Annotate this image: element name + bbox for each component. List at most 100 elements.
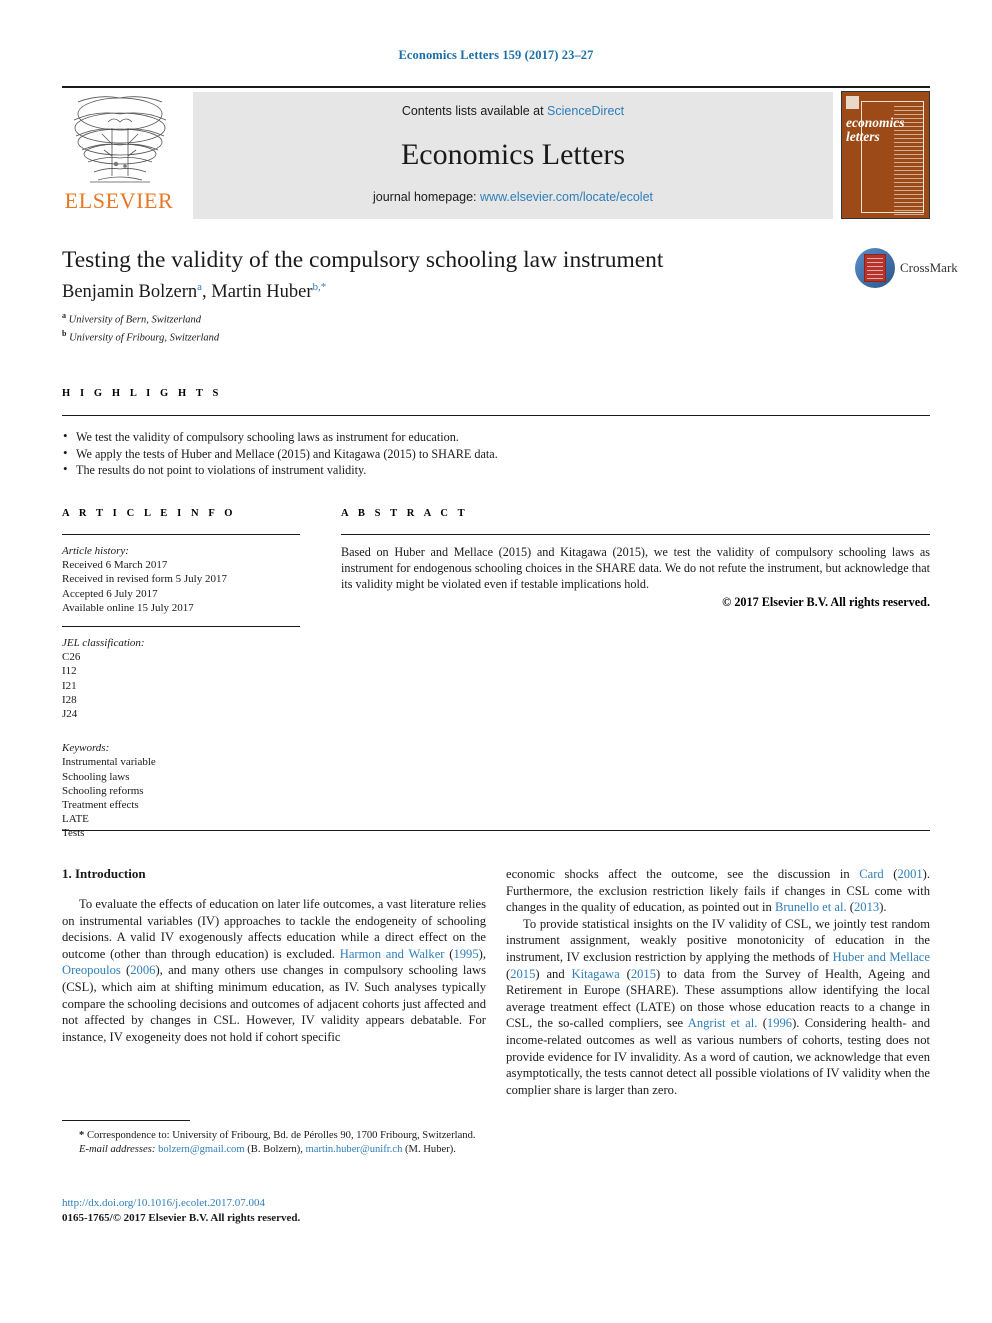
paragraph: economic shocks affect the outcome, see …	[506, 866, 930, 916]
jel-code: I28	[62, 693, 77, 706]
body-column-left: 1. Introduction To evaluate the effects …	[62, 866, 486, 1045]
email-owner-2: (M. Huber).	[405, 1143, 456, 1155]
doi-link[interactable]: http://dx.doi.org/10.1016/j.ecolet.2017.…	[62, 1197, 265, 1209]
keywords-block: Keywords: Instrumental variable Schoolin…	[62, 741, 300, 840]
page-title: Testing the validity of the compulsory s…	[62, 247, 664, 273]
paragraph-text: (	[619, 966, 631, 981]
footnote-section: * Correspondence to: University of Fribo…	[62, 1120, 486, 1156]
elsevier-wordmark: ELSEVIER	[64, 188, 174, 213]
crossmark-book-icon	[864, 254, 886, 282]
highlights-section: H I G H L I G H T S We test the validity…	[62, 388, 930, 479]
citation-link[interactable]: 2006	[130, 963, 155, 977]
article-info-heading: A R T I C L E I N F O	[62, 508, 237, 519]
running-head: Economics Letters 159 (2017) 23–27	[398, 48, 594, 62]
homepage-prefix: journal homepage:	[372, 190, 481, 204]
citation-link[interactable]: Card	[859, 867, 883, 881]
affiliation-list: a University of Bern, Switzerland b Univ…	[62, 309, 930, 345]
list-item: The results do not point to violations o…	[62, 461, 930, 479]
masthead-gray-box: Contents lists available at ScienceDirec…	[193, 92, 833, 219]
paragraph-text: ) and	[535, 966, 572, 981]
citation-link[interactable]: 2013	[854, 900, 879, 914]
history-item: Received in revised form 5 July 2017	[62, 573, 227, 586]
journal-homepage-line: journal homepage: www.elsevier.com/locat…	[193, 190, 833, 204]
article-history-label: Article history:	[62, 545, 129, 557]
paragraph-text: (	[120, 963, 131, 978]
author-list: Benjamin Bolzerna, Martin Huberb,*	[62, 281, 327, 303]
highlights-divider	[62, 415, 930, 416]
jel-code: I12	[62, 665, 77, 678]
crossmark-badge[interactable]: CrossMark	[855, 248, 958, 290]
email-link-2[interactable]: martin.huber@unifr.ch	[306, 1144, 403, 1155]
paragraph-text: ),	[478, 946, 486, 961]
author-name-2: Martin Huber	[211, 282, 313, 303]
jel-code: I21	[62, 679, 77, 692]
history-item: Available online 15 July 2017	[62, 601, 194, 614]
keyword-item: Schooling laws	[62, 770, 130, 783]
email-addresses-label: E-mail addresses:	[79, 1143, 156, 1155]
journal-homepage-link[interactable]: www.elsevier.com/locate/ecolet	[480, 190, 653, 204]
affiliation-text-a: University of Bern, Switzerland	[68, 314, 202, 326]
elsevier-tree-icon	[73, 96, 167, 183]
body-column-right: economic shocks affect the outcome, see …	[506, 866, 930, 1098]
journal-cover-thumbnail[interactable]: economics letters	[841, 91, 930, 219]
citation-link[interactable]: 1995	[453, 947, 478, 961]
highlights-list: We test the validity of compulsory schoo…	[62, 428, 930, 479]
section-heading-introduction: 1. Introduction	[62, 866, 146, 881]
rights-line: 0165-1765/© 2017 Elsevier B.V. All right…	[62, 1211, 301, 1224]
jel-block: JEL classification: C26 I12 I21 I28 J24	[62, 636, 300, 721]
crossmark-icon	[855, 248, 895, 288]
affiliation-marker-a: a	[62, 311, 66, 321]
author-marker-1[interactable]: a	[197, 281, 202, 293]
body-divider	[62, 830, 930, 831]
doi-block: http://dx.doi.org/10.1016/j.ecolet.2017.…	[62, 1196, 486, 1225]
citation-link[interactable]: 1996	[767, 1016, 792, 1030]
citation-link[interactable]: Angrist et al.	[688, 1016, 758, 1030]
abstract-text: Based on Huber and Mellace (2015) and Ki…	[341, 545, 930, 592]
citation-link[interactable]: 2015	[631, 967, 656, 981]
abstract-heading: A B S T R A C T	[341, 508, 469, 519]
citation-link[interactable]: Oreopoulos	[62, 963, 121, 977]
jel-label: JEL classification:	[62, 637, 145, 650]
abstract-section: A B S T R A C T Based on Huber and Mella…	[341, 508, 930, 610]
elsevier-logo: ELSEVIER	[62, 92, 180, 220]
paper-page: Economics Letters 159 (2017) 23–27 ELSEV…	[0, 0, 992, 1323]
email-owner-1: (B. Bolzern),	[247, 1143, 303, 1155]
affiliation-marker-b: b	[62, 329, 67, 339]
citation-link[interactable]: Brunello et al.	[775, 900, 847, 914]
article-history-block: Article history: Received 6 March 2017 R…	[62, 544, 300, 615]
jel-divider	[62, 626, 300, 628]
citation-link[interactable]: Harmon and Walker	[340, 947, 445, 961]
email-link-1[interactable]: bolzern@gmail.com	[158, 1144, 245, 1155]
article-title-block: Testing the validity of the compulsory s…	[62, 246, 930, 345]
abstract-divider	[341, 534, 930, 535]
paragraph-text: (	[846, 900, 854, 915]
sciencedirect-link[interactable]: ScienceDirect	[547, 104, 624, 118]
keyword-item: Instrumental variable	[62, 756, 156, 769]
citation-link[interactable]: Kitagawa	[571, 967, 619, 981]
keyword-item: Treatment effects	[62, 799, 139, 812]
paragraph-text: (	[883, 867, 898, 881]
paragraph: To provide statistical insights on the I…	[506, 916, 930, 1099]
list-item: We apply the tests of Huber and Mellace …	[62, 445, 930, 463]
correspondence-marker: *	[79, 1130, 85, 1141]
jel-code: C26	[62, 651, 81, 664]
paragraph-text: ).	[879, 900, 887, 915]
history-item: Accepted 6 July 2017	[62, 587, 158, 600]
citation-link[interactable]: Huber and Mellace	[833, 950, 930, 964]
crossmark-label: CrossMark	[900, 260, 958, 275]
correspondence-note: * Correspondence to: University of Fribo…	[62, 1129, 486, 1143]
keywords-label: Keywords:	[62, 742, 110, 755]
article-info-section: A R T I C L E I N F O Article history: R…	[62, 508, 300, 841]
cover-contents-lines	[894, 106, 924, 218]
jel-code: J24	[62, 708, 78, 721]
list-item: We test the validity of compulsory schoo…	[62, 428, 930, 446]
paragraph-text: economic shocks affect the outcome, see …	[506, 867, 860, 881]
author-name-1: Benjamin Bolzern	[62, 282, 198, 303]
author-marker-2[interactable]: b,*	[312, 281, 326, 293]
citation-link[interactable]: 2001	[897, 867, 922, 881]
contents-available-line: Contents lists available at ScienceDirec…	[193, 104, 833, 118]
citation-link[interactable]: 2015	[510, 967, 535, 981]
affiliation-item: a University of Bern, Switzerland	[62, 309, 930, 327]
paragraph: To evaluate the effects of education on …	[62, 896, 486, 1045]
